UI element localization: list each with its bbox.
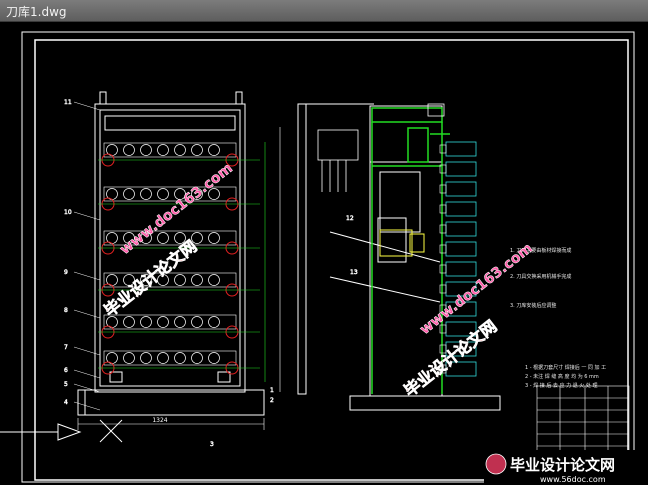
leader-line	[73, 309, 101, 319]
watermark-url-1: www.doc163.com	[117, 160, 236, 258]
front-view-dimensions	[77, 127, 281, 430]
side-tool-mount	[439, 224, 447, 234]
side-tool-holder	[445, 161, 477, 177]
tool-pocket	[140, 188, 152, 200]
footer-url-text: www.56doc.com	[540, 475, 606, 484]
tool-pocket	[140, 144, 152, 156]
side-view-green-structure	[371, 107, 450, 394]
part-label: 6	[64, 367, 68, 374]
tool-pocket	[191, 232, 203, 244]
tool-pocket	[140, 316, 152, 328]
watermark-cn-2: 毕业设计论文网	[400, 316, 500, 400]
technical-notes: 1. 刀库主要由板材焊接而成 2. 刀具交换采用机械手完成 3. 刀库安装后应调…	[510, 247, 606, 389]
part-label: 3	[210, 441, 214, 448]
side-tool-holder	[445, 261, 477, 277]
tool-pocket	[174, 274, 186, 286]
side-tool-holder	[445, 181, 477, 197]
part-leader-lines: 11109876541231312	[64, 99, 358, 449]
part-label: 1	[270, 387, 274, 394]
side-tool-mount	[439, 184, 447, 194]
tool-pocket	[208, 232, 220, 244]
tool-pocket	[123, 316, 135, 328]
part-label: 12	[346, 215, 354, 222]
side-tool-mount	[439, 244, 447, 254]
leader-line	[73, 346, 101, 356]
tool-pocket	[174, 316, 186, 328]
side-tool-mount	[439, 284, 447, 294]
part-label: 9	[64, 269, 68, 276]
tool-pocket	[157, 352, 169, 364]
leader-line	[73, 101, 101, 111]
leader-line	[73, 369, 101, 379]
side-tool-holder	[445, 221, 477, 237]
side-tool-mount	[439, 204, 447, 214]
tool-pocket	[140, 352, 152, 364]
tool-pocket	[123, 188, 135, 200]
footer-logo-banner: 毕业设计论文网 www.56doc.com	[484, 450, 648, 485]
tool-pocket	[191, 144, 203, 156]
tool-pocket	[208, 352, 220, 364]
view-arrow	[0, 419, 123, 443]
side-view	[297, 103, 501, 411]
side-tool-holder	[445, 201, 477, 217]
note-line-3: 3. 刀库安装后应调整	[510, 302, 556, 309]
logo-globe-icon	[485, 453, 507, 475]
tool-pocket	[157, 144, 169, 156]
tool-pocket	[191, 274, 203, 286]
leader-line	[73, 271, 101, 281]
tool-pocket	[208, 316, 220, 328]
leader-line	[73, 211, 101, 221]
footer-cn-text: 毕业设计论文网	[510, 456, 615, 474]
part-label: 11	[64, 99, 72, 106]
tool-pocket	[123, 144, 135, 156]
tool-pocket	[157, 232, 169, 244]
part-label: 4	[64, 399, 68, 406]
tool-pocket	[191, 316, 203, 328]
note-small-2: 2 - 未注 焊 缝 高 度 均 为 6 mm	[525, 373, 599, 380]
window-titlebar: 刀库1.dwg	[0, 0, 648, 22]
tool-pocket	[174, 144, 186, 156]
watermark-url-2: www.doc163.com	[417, 240, 536, 338]
note-line-2: 2. 刀具交换采用机械手完成	[510, 273, 571, 280]
window-title: 刀库1.dwg	[6, 5, 67, 19]
note-small-1: 1 - 根据刀套尺寸 焊接后 一 同 加 工	[525, 364, 606, 371]
side-view-top-fittings	[317, 103, 445, 192]
part-label: 7	[64, 344, 68, 351]
side-tool-holder	[445, 141, 477, 157]
dimension-total-width: 1324	[152, 417, 167, 424]
side-tool-mount	[439, 144, 447, 154]
tool-pocket	[157, 316, 169, 328]
part-label: 2	[270, 397, 274, 404]
tool-pocket	[174, 352, 186, 364]
tool-pocket	[191, 352, 203, 364]
side-tool-holder	[445, 241, 477, 257]
tool-pocket	[157, 188, 169, 200]
tool-pocket	[208, 144, 220, 156]
cad-drawing-canvas[interactable]: 1324 11 10 9 8 7 6 5 4 1 2 3 13 12 1. 刀库主要由板材焊接而成	[0, 22, 648, 485]
drawing-inner-border	[34, 39, 629, 481]
part-label: 10	[64, 209, 72, 216]
part-label: 8	[64, 307, 68, 314]
side-tool-mount	[439, 264, 447, 274]
note-small-3: 3 - 焊 接 后 去 应 力 退 火 处 理	[525, 382, 597, 389]
part-label: 13	[350, 269, 358, 276]
tool-pocket	[123, 352, 135, 364]
tool-pocket	[208, 274, 220, 286]
part-label: 5	[64, 381, 68, 388]
